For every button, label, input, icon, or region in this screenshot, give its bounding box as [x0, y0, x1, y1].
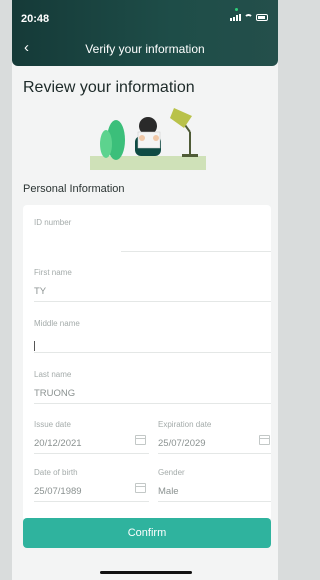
- phone-screen: 20:48 ‹ Verify your information Review y…: [12, 0, 278, 580]
- date-of-birth-field[interactable]: Date of birth 25/07/1989: [34, 468, 140, 498]
- status-icons: [230, 14, 268, 21]
- last-name-field[interactable]: Last name TRUONG: [34, 370, 260, 400]
- calendar-icon[interactable]: [259, 435, 270, 445]
- section-personal-information: Personal Information: [23, 183, 125, 195]
- id-number-underline: [121, 251, 271, 252]
- issue-date-underline: [34, 453, 149, 454]
- first-name-underline: [34, 301, 271, 302]
- middle-name-label: Middle name: [34, 319, 80, 328]
- middle-name-field[interactable]: Middle name: [34, 319, 260, 349]
- review-illustration: [90, 108, 206, 170]
- gender-label: Gender: [158, 468, 185, 477]
- battery-icon: [256, 14, 268, 21]
- gender-underline: [158, 501, 271, 502]
- middle-name-underline: [34, 352, 271, 353]
- issue-date-field[interactable]: Issue date 20/12/2021: [34, 420, 140, 450]
- last-name-value: TRUONG: [34, 388, 76, 399]
- last-name-label: Last name: [34, 370, 72, 379]
- first-name-label: First name: [34, 268, 72, 277]
- wifi-icon: [244, 14, 253, 21]
- first-name-value: TY: [34, 286, 47, 297]
- id-number-value: [34, 236, 260, 248]
- status-time: 20:48: [21, 13, 50, 25]
- last-name-underline: [34, 403, 271, 404]
- expiration-date-value: 25/07/2029: [158, 438, 206, 449]
- text-cursor: [34, 341, 35, 351]
- issue-date-value: 20/12/2021: [34, 438, 82, 449]
- expiration-date-underline: [158, 453, 271, 454]
- gender-field[interactable]: Gender Male: [158, 468, 264, 498]
- calendar-icon[interactable]: [135, 483, 146, 493]
- home-indicator[interactable]: [100, 571, 192, 574]
- id-number-field[interactable]: ID number: [34, 218, 260, 248]
- gender-value: Male: [158, 486, 179, 497]
- date-of-birth-underline: [34, 501, 149, 502]
- first-name-field[interactable]: First name TY: [34, 268, 260, 298]
- calendar-icon[interactable]: [135, 435, 146, 445]
- personal-info-card: ID number First name TY Middle name Last…: [23, 205, 271, 521]
- middle-name-value: [34, 337, 260, 349]
- id-number-label: ID number: [34, 218, 72, 227]
- page-title: Verify your information: [85, 42, 205, 56]
- privacy-indicator: [235, 8, 238, 11]
- signal-icon: [230, 14, 241, 21]
- review-heading: Review your information: [23, 79, 195, 96]
- expiration-date-label: Expiration date: [158, 420, 212, 429]
- confirm-button[interactable]: Confirm: [23, 518, 271, 548]
- issue-date-label: Issue date: [34, 420, 71, 429]
- date-of-birth-value: 25/07/1989: [34, 486, 82, 497]
- expiration-date-field[interactable]: Expiration date 25/07/2029: [158, 420, 264, 450]
- date-of-birth-label: Date of birth: [34, 468, 78, 477]
- app-header: 20:48 ‹ Verify your information: [12, 0, 278, 66]
